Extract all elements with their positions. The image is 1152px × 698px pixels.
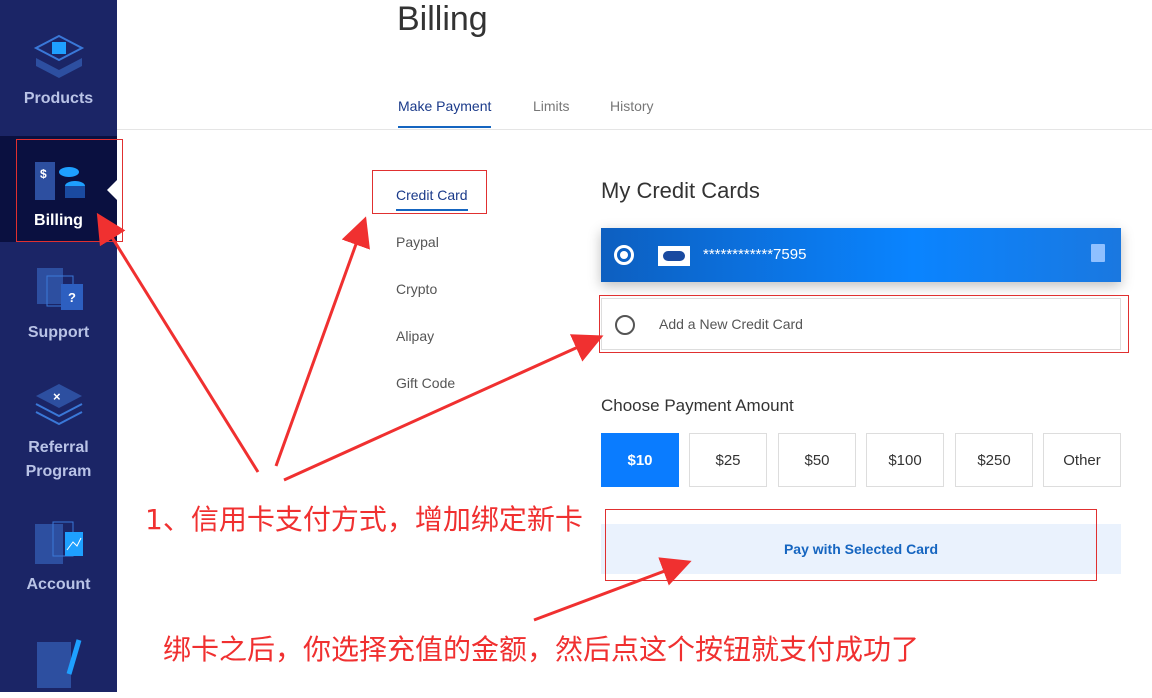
annotation-note: 绑卡之后，你选择充值的金额，然后点这个按钮就支付成功了 bbox=[163, 633, 920, 666]
annotation-arrows bbox=[96, 212, 692, 622]
arrow bbox=[96, 212, 260, 473]
arrow bbox=[274, 216, 370, 467]
annotation-note: 1、信用卡支付方式，增加绑定新卡 bbox=[145, 503, 583, 536]
arrow bbox=[283, 334, 604, 482]
arrow bbox=[533, 557, 692, 622]
